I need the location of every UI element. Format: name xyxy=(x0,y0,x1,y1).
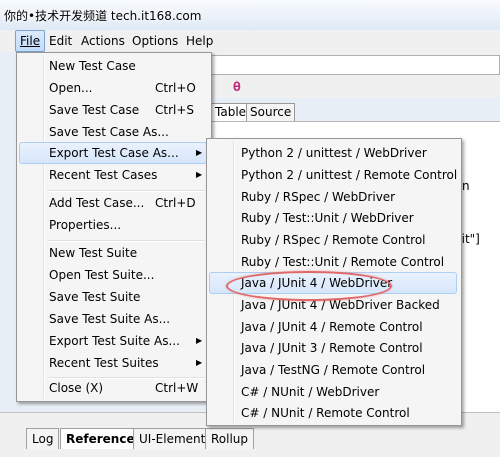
selenium-ide-window: 你的•技术开发频道 tech.it168.com File Edit Actio… xyxy=(0,0,500,457)
menu-item-label: Save Test Case As... xyxy=(49,125,169,139)
export-csharp-nunit-remote-control[interactable]: C# / NUnit / Remote Control xyxy=(209,402,457,424)
highlight-ellipse xyxy=(226,271,392,301)
editor-tabs: Table Source xyxy=(208,103,500,121)
export-ruby-rspec-webdriver[interactable]: Ruby / RSpec / WebDriver xyxy=(209,186,457,208)
menu-item-shortcut: Ctrl+S xyxy=(155,103,195,117)
menu-item-shortcut: Ctrl+O xyxy=(155,81,196,95)
menu-item-open[interactable]: Open... Ctrl+O xyxy=(19,77,207,99)
menu-item-label: New Test Case xyxy=(49,59,136,73)
tab-log[interactable]: Log xyxy=(26,428,60,449)
tab-reference[interactable]: Reference xyxy=(60,428,141,449)
rollup-icon[interactable]: 𝛉 xyxy=(233,80,241,95)
menu-item-save-test-suite-as[interactable]: Save Test Suite As... xyxy=(19,308,207,330)
menu-item-label: Python 2 / unittest / Remote Control xyxy=(241,168,458,182)
file-menu: New Test Case Open... Ctrl+O Save Test C… xyxy=(16,52,212,402)
export-ruby-testunit-remote-control[interactable]: Ruby / Test::Unit / Remote Control xyxy=(209,251,457,273)
menu-file-label: File xyxy=(20,34,41,48)
submenu-arrow-icon: ▶ xyxy=(196,170,203,179)
export-java-junit4-remote-control[interactable]: Java / JUnit 4 / Remote Control xyxy=(209,316,457,338)
menu-item-label: Close (X) xyxy=(49,381,104,395)
menu-item-label: Java / JUnit 4 / Remote Control xyxy=(241,320,423,334)
submenu-arrow-icon: ▶ xyxy=(196,148,203,157)
menu-item-label: Ruby / Test::Unit / WebDriver xyxy=(241,211,414,225)
export-ruby-testunit-webdriver[interactable]: Ruby / Test::Unit / WebDriver xyxy=(209,207,457,229)
menu-options[interactable]: Options xyxy=(128,30,182,52)
menu-actions[interactable]: Actions xyxy=(77,30,129,52)
export-csharp-nunit-webdriver[interactable]: C# / NUnit / WebDriver xyxy=(209,381,457,403)
menu-item-label: C# / NUnit / WebDriver xyxy=(241,385,380,399)
menu-item-label: Export Test Suite As... xyxy=(49,334,180,348)
menu-item-shortcut: Ctrl+W xyxy=(155,381,199,395)
menu-item-new-test-suite[interactable]: New Test Suite xyxy=(19,242,207,264)
export-java-junit3-remote-control[interactable]: Java / JUnit 3 / Remote Control xyxy=(209,337,457,359)
menu-item-label: Python 2 / unittest / WebDriver xyxy=(241,146,427,160)
menu-help[interactable]: Help xyxy=(182,30,217,52)
menu-item-new-test-case[interactable]: New Test Case xyxy=(19,55,207,77)
tab-rollup[interactable]: Rollup xyxy=(205,428,255,449)
export-python2-unittest-remote-control[interactable]: Python 2 / unittest / Remote Control xyxy=(209,164,457,186)
menu-item-properties[interactable]: Properties... xyxy=(19,214,207,236)
submenu-arrow-icon: ▶ xyxy=(196,336,203,345)
submenu-arrow-icon: ▶ xyxy=(196,358,203,367)
menu-item-export-test-suite-as[interactable]: Export Test Suite As... ▶ xyxy=(19,330,207,352)
menu-item-label: Save Test Suite xyxy=(49,290,141,304)
menu-item-label: Java / JUnit 3 / Remote Control xyxy=(241,341,423,355)
menu-item-label: Ruby / RSpec / Remote Control xyxy=(241,233,426,247)
menu-item-label: Ruby / RSpec / WebDriver xyxy=(241,190,396,204)
menu-item-label: Ruby / Test::Unit / Remote Control xyxy=(241,255,445,269)
menu-bar: File Edit Actions Options Help xyxy=(0,30,500,52)
menu-item-add-test-case[interactable]: Add Test Case... Ctrl+D xyxy=(19,192,207,214)
menu-item-label: Recent Test Cases xyxy=(49,168,158,182)
menu-item-label: Add Test Case... xyxy=(49,196,145,210)
menu-item-recent-test-cases[interactable]: Recent Test Cases ▶ xyxy=(19,164,207,186)
menu-file[interactable]: File xyxy=(15,30,46,52)
menu-edit[interactable]: Edit xyxy=(45,30,76,52)
menu-item-label: Save Test Suite As... xyxy=(49,312,171,326)
content-fragment: n xyxy=(462,179,470,193)
menu-item-label: Properties... xyxy=(49,218,122,232)
tab-table[interactable]: Table xyxy=(211,103,251,121)
menu-item-label: Java / TestNG / Remote Control xyxy=(241,363,426,377)
menu-item-export-test-case-as[interactable]: Export Test Case As... ▶ xyxy=(19,142,207,164)
window-title: 你的•技术开发频道 tech.it168.com xyxy=(4,9,202,23)
menu-item-close[interactable]: Close (X) Ctrl+W xyxy=(19,377,207,399)
menu-item-label: Recent Test Suites xyxy=(49,356,159,370)
menu-item-label: Export Test Case As... xyxy=(49,146,179,160)
export-java-testng-remote-control[interactable]: Java / TestNG / Remote Control xyxy=(209,359,457,381)
menu-item-label: C# / NUnit / Remote Control xyxy=(241,406,410,420)
export-ruby-rspec-remote-control[interactable]: Ruby / RSpec / Remote Control xyxy=(209,229,457,251)
menu-item-label: Save Test Case xyxy=(49,103,140,117)
menu-item-save-test-case-as[interactable]: Save Test Case As... xyxy=(19,121,207,143)
base-url-input[interactable] xyxy=(210,55,500,75)
menu-item-label: New Test Suite xyxy=(49,246,138,260)
menu-item-save-test-case[interactable]: Save Test Case Ctrl+S xyxy=(19,99,207,121)
tab-ui-element[interactable]: UI-Element xyxy=(133,428,212,449)
menu-item-open-test-suite[interactable]: Open Test Suite... xyxy=(19,264,207,286)
menu-item-label: Open... xyxy=(49,81,93,95)
title-bar: 你的•技术开发频道 tech.it168.com xyxy=(0,0,500,31)
menu-item-label: Open Test Suite... xyxy=(49,268,155,282)
menu-item-shortcut: Ctrl+D xyxy=(155,196,196,210)
menu-item-recent-test-suites[interactable]: Recent Test Suites ▶ xyxy=(19,352,207,374)
menu-item-save-test-suite[interactable]: Save Test Suite xyxy=(19,286,207,308)
export-python2-unittest-webdriver[interactable]: Python 2 / unittest / WebDriver xyxy=(209,142,457,164)
tab-source[interactable]: Source xyxy=(246,103,296,121)
